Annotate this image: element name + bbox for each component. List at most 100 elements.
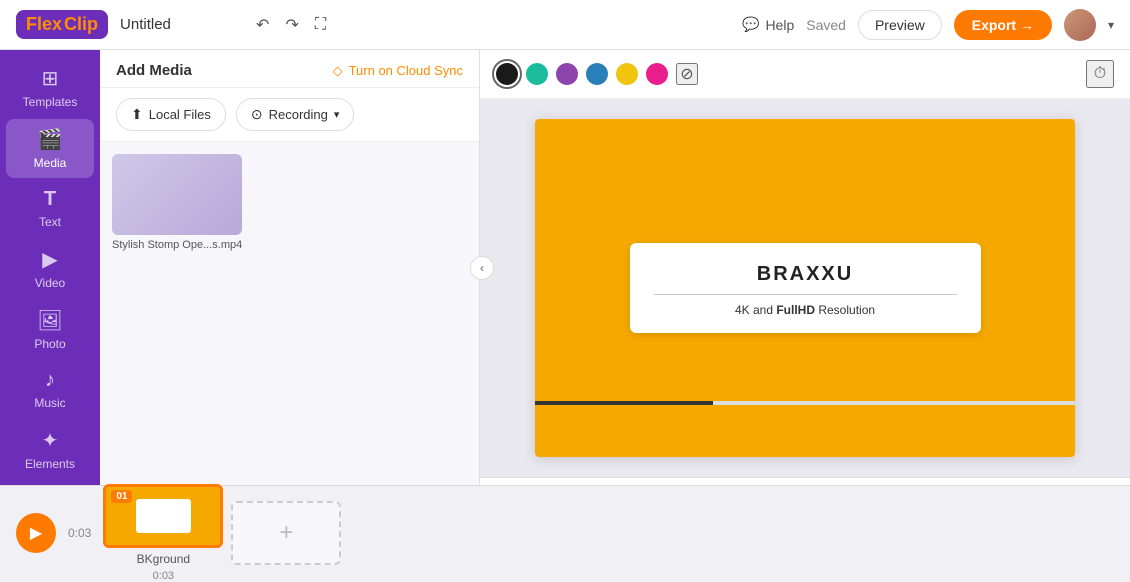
preview-area: BRAXXU 4K and FullHD Resolution xyxy=(480,99,1130,477)
sidebar-item-label-text: Text xyxy=(39,215,61,229)
color-black[interactable] xyxy=(496,63,518,85)
color-toolbar: ⊘ ⏱ xyxy=(480,50,1130,99)
record-icon: ⊙ xyxy=(251,106,263,123)
sidebar-item-media[interactable]: 🎬 Media xyxy=(6,119,94,178)
templates-icon: ⊞ xyxy=(42,66,59,91)
recording-label: Recording xyxy=(269,107,328,122)
collapse-panel-button[interactable]: ‹ xyxy=(470,256,494,280)
add-media-title: Add Media xyxy=(116,62,192,79)
media-name: Stylish Stomp Ope...s.mp4 xyxy=(112,239,242,251)
sidebar-item-text[interactable]: T Text xyxy=(6,180,94,237)
topbar-icons: ↶ ↷ ⛶ xyxy=(252,11,330,39)
timeline-play-button[interactable]: ▶ xyxy=(16,513,56,553)
sub-text-bold: FullHD xyxy=(776,303,815,317)
card-subtitle: 4K and FullHD Resolution xyxy=(654,303,957,317)
cloud-sync-button[interactable]: ◇ Turn on Cloud Sync xyxy=(333,63,463,79)
topbar: FlexClip ↶ ↷ ⛶ 💬 Help Saved Preview Expo… xyxy=(0,0,1130,50)
avatar-image xyxy=(1064,9,1096,41)
video-preview: BRAXXU 4K and FullHD Resolution xyxy=(535,119,1075,457)
color-blue[interactable] xyxy=(586,63,608,85)
recording-button[interactable]: ⊙ Recording ▾ xyxy=(236,98,355,131)
fill-color-button[interactable]: ⊘ xyxy=(676,63,698,85)
color-yellow[interactable] xyxy=(616,63,638,85)
saved-status: Saved xyxy=(806,17,846,33)
add-media-header: Add Media ◇ Turn on Cloud Sync xyxy=(100,50,479,88)
export-button[interactable]: Export → xyxy=(954,10,1052,40)
recording-chevron-icon: ▾ xyxy=(334,108,340,121)
media-actions: ⬆ Local Files ⊙ Recording ▾ xyxy=(100,88,479,142)
logo-accent: Flex xyxy=(26,14,62,35)
photo-icon: 🖼 xyxy=(37,308,62,333)
sidebar-item-video[interactable]: ▶ Video xyxy=(6,239,94,298)
clip-thumb-inner xyxy=(136,499,191,533)
fullscreen-button[interactable]: ⛶ xyxy=(311,12,330,38)
sidebar-item-photo[interactable]: 🖼 Photo xyxy=(6,300,94,359)
color-pink[interactable] xyxy=(646,63,668,85)
sub-text-part1: 4K and xyxy=(735,303,776,317)
clip-duration: 0:03 xyxy=(153,570,174,582)
help-label: Help xyxy=(765,17,794,33)
color-teal[interactable] xyxy=(526,63,548,85)
brand-text: BRAXXU xyxy=(654,263,957,286)
timeline-clips: 01 BKground 0:03 + xyxy=(103,484,341,582)
preview-button[interactable]: Preview xyxy=(858,10,942,40)
sidebar-item-label-video: Video xyxy=(35,276,65,290)
text-icon: T xyxy=(44,188,56,211)
topbar-right: 💬 Help Saved Preview Export → ▾ xyxy=(742,9,1114,41)
video-icon: ▶ xyxy=(42,247,57,272)
timeline: ▶ 0:03 01 BKground 0:03 + xyxy=(0,485,1130,580)
help-button[interactable]: 💬 Help xyxy=(742,16,794,33)
app-logo: FlexClip xyxy=(16,10,108,39)
clip-thumbnail: 01 xyxy=(103,484,223,548)
video-card: BRAXXU 4K and FullHD Resolution xyxy=(630,243,981,333)
help-icon: 💬 xyxy=(742,16,759,33)
sidebar-item-elements[interactable]: ✦ Elements xyxy=(6,420,94,479)
sidebar-item-label-templates: Templates xyxy=(23,95,78,109)
upload-icon: ⬆ xyxy=(131,106,143,123)
left-panel-wrapper: Add Media ◇ Turn on Cloud Sync ⬆ Local F… xyxy=(100,50,480,485)
logo-clip: Clip xyxy=(64,14,98,35)
clip-number: 01 xyxy=(111,490,132,503)
list-item[interactable]: 01 BKground 0:03 xyxy=(103,484,223,582)
add-clip-icon: + xyxy=(279,519,293,547)
progress-bar-container xyxy=(535,401,1075,405)
timeline-play-icon: ▶ xyxy=(30,523,42,543)
toolbar-right: ⏱ xyxy=(1086,60,1114,88)
media-thumbnail xyxy=(112,154,242,235)
fill-icon: ⊘ xyxy=(680,64,693,84)
color-purple[interactable] xyxy=(556,63,578,85)
history-icon: ⏱ xyxy=(1094,65,1106,83)
sidebar: ⊞ Templates 🎬 Media T Text ▶ Video 🖼 Pho… xyxy=(0,50,100,485)
sidebar-item-label-elements: Elements xyxy=(25,457,75,471)
media-grid: Stylish Stomp Ope...s.mp4 xyxy=(100,142,479,485)
timeline-play-duration: 0:03 xyxy=(68,526,91,540)
list-item[interactable]: Stylish Stomp Ope...s.mp4 xyxy=(112,154,242,473)
sidebar-item-label-music: Music xyxy=(34,396,65,410)
undo-button[interactable]: ↶ xyxy=(252,11,273,39)
left-panel: Add Media ◇ Turn on Cloud Sync ⬆ Local F… xyxy=(100,50,480,485)
sidebar-item-label-photo: Photo xyxy=(34,337,65,351)
local-files-button[interactable]: ⬆ Local Files xyxy=(116,98,226,131)
elements-icon: ✦ xyxy=(42,428,59,453)
add-clip-button[interactable]: + xyxy=(231,501,341,565)
media-thumb-inner xyxy=(112,154,242,235)
account-chevron-button[interactable]: ▾ xyxy=(1108,18,1114,32)
playback-controls: 0:01 / 0:03 ⏸ 🎤 0:03.00 xyxy=(480,477,1130,486)
media-icon: 🎬 xyxy=(38,127,63,152)
sub-text-part2: Resolution xyxy=(815,303,875,317)
cloud-icon: ◇ xyxy=(333,63,343,79)
sidebar-item-label-media: Media xyxy=(34,156,67,170)
sidebar-item-music[interactable]: ♪ Music xyxy=(6,361,94,418)
avatar[interactable] xyxy=(1064,9,1096,41)
redo-button[interactable]: ↷ xyxy=(281,11,302,39)
history-button[interactable]: ⏱ xyxy=(1086,60,1114,88)
project-title-input[interactable] xyxy=(120,16,240,33)
music-icon: ♪ xyxy=(45,369,55,392)
center-panel: ⊘ ⏱ BRAXXU 4K and FullHD Resolution xyxy=(480,50,1130,485)
sidebar-item-templates[interactable]: ⊞ Templates xyxy=(6,58,94,117)
cloud-sync-label: Turn on Cloud Sync xyxy=(349,63,463,78)
clip-label: BKground xyxy=(137,552,190,566)
local-files-label: Local Files xyxy=(149,107,211,122)
card-divider xyxy=(654,294,957,295)
progress-bar-fill xyxy=(535,401,713,405)
